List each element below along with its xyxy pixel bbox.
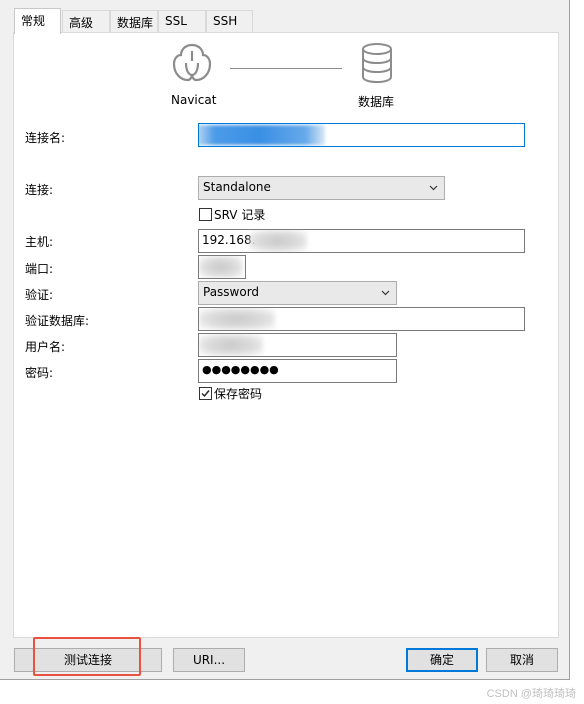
password-input[interactable]: ●●●●●●●● — [198, 359, 397, 383]
auth-database-input[interactable] — [198, 307, 525, 331]
connection-type-label: 连接: — [25, 183, 54, 197]
tab-general[interactable]: 常规 — [14, 8, 61, 34]
auth-method-select[interactable]: Password — [198, 281, 397, 305]
tab-ssl[interactable]: SSL — [158, 10, 206, 33]
connection-name-label: 连接名: — [25, 131, 66, 145]
navicat-logo-icon — [172, 43, 212, 82]
database-icon — [362, 43, 392, 84]
highlight-box — [33, 637, 141, 676]
redacted-text — [199, 256, 243, 278]
auth-label: 验证: — [25, 288, 54, 302]
connection-type-value: Standalone — [203, 180, 271, 194]
cancel-button[interactable]: 取消 — [486, 648, 558, 672]
connection-dialog: 常规 高级 数据库 SSL SSH Navicat 数据库 连接名: 连接: S… — [0, 0, 570, 680]
host-input[interactable]: 192.168. — [198, 229, 525, 253]
srv-record-checkbox[interactable] — [199, 208, 212, 221]
watermark: CSDN @琦琦琦琦 — [486, 688, 576, 700]
port-label: 端口: — [25, 262, 54, 276]
auth-database-label: 验证数据库: — [25, 314, 90, 328]
password-label: 密码: — [25, 366, 54, 380]
chevron-down-icon — [381, 290, 390, 296]
redacted-text — [199, 125, 325, 145]
uri-button[interactable]: URI... — [173, 648, 245, 672]
host-value: 192.168. — [202, 233, 256, 247]
srv-record-label: SRV 记录 — [214, 208, 266, 222]
host-label: 主机: — [25, 235, 54, 249]
save-password-checkbox[interactable] — [199, 387, 212, 400]
general-panel: Navicat 数据库 连接名: 连接: Standalone SRV 记录 主… — [13, 32, 559, 638]
chevron-down-icon — [429, 185, 438, 191]
connection-type-select[interactable]: Standalone — [198, 176, 445, 200]
auth-method-value: Password — [203, 285, 260, 299]
port-input[interactable] — [198, 255, 246, 279]
redacted-text — [199, 334, 263, 356]
checkmark-icon — [201, 390, 210, 398]
database-label: 数据库 — [358, 95, 395, 109]
connection-name-input[interactable] — [198, 123, 525, 147]
save-password-label: 保存密码 — [214, 387, 263, 401]
connection-line — [230, 68, 342, 69]
password-value: ●●●●●●●● — [202, 363, 279, 376]
redacted-text — [249, 230, 307, 252]
tab-databases[interactable]: 数据库 — [110, 10, 158, 33]
username-label: 用户名: — [25, 340, 66, 354]
navicat-label: Navicat — [171, 93, 217, 107]
redacted-text — [199, 308, 275, 330]
ok-button[interactable]: 确定 — [406, 648, 478, 672]
tab-advanced[interactable]: 高级 — [62, 10, 110, 33]
username-input[interactable] — [198, 333, 397, 357]
tab-ssh[interactable]: SSH — [206, 10, 253, 33]
